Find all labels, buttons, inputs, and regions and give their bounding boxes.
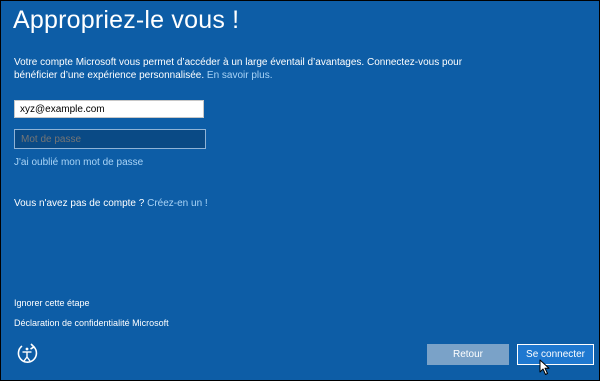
no-account-prompt: Vous n'avez pas de compte ? Créez-en un … (14, 198, 208, 209)
learn-more-link[interactable]: En savoir plus. (207, 70, 273, 81)
sign-in-button[interactable]: Se connecter (517, 344, 594, 365)
back-button[interactable]: Retour (427, 344, 509, 365)
forgot-password-link[interactable]: J'ai oublié mon mot de passe (14, 157, 143, 168)
mouse-pointer-icon (539, 359, 550, 376)
email-field[interactable] (14, 100, 204, 118)
page-title: Appropriez-le vous ! (13, 6, 240, 34)
password-field[interactable] (14, 129, 206, 149)
create-account-link[interactable]: Créez-en un ! (147, 198, 208, 209)
description: Votre compte Microsoft vous permet d’acc… (14, 56, 484, 82)
privacy-statement-link[interactable]: Déclaration de confidentialité Microsoft (14, 318, 169, 328)
skip-step-link[interactable]: Ignorer cette étape (14, 298, 90, 308)
ease-of-access-icon[interactable] (14, 341, 40, 367)
no-account-text: Vous n'avez pas de compte ? (14, 198, 148, 209)
